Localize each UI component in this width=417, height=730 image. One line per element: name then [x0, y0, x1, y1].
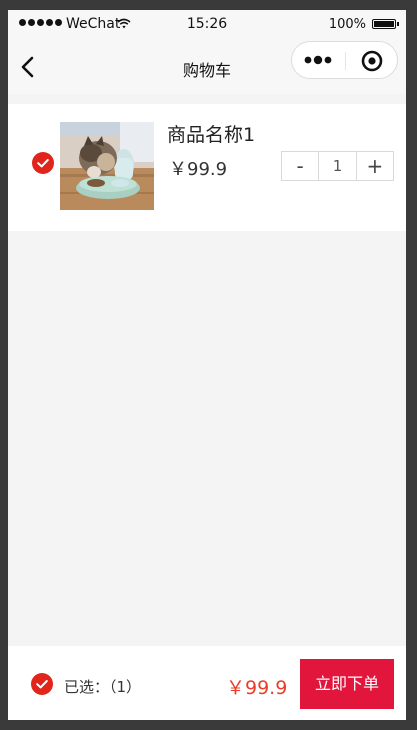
- mini-program-capsule: [291, 41, 398, 79]
- checkmark-icon: [36, 680, 48, 689]
- product-name: 商品名称1: [167, 124, 256, 146]
- quantity-stepper: - 1 +: [281, 151, 394, 181]
- item-checkbox[interactable]: [32, 152, 54, 174]
- capsule-divider: [345, 52, 346, 70]
- nav-bar: 购物车: [8, 40, 406, 94]
- total-price: ￥99.9: [226, 677, 288, 699]
- more-icon[interactable]: [304, 53, 334, 67]
- select-all-checkbox[interactable]: [31, 673, 53, 695]
- checkout-bar: 已选：（1） ￥99.9 立即下单: [8, 646, 406, 720]
- close-mini-program-icon[interactable]: [361, 50, 383, 72]
- selected-count: 已选：（1）: [64, 678, 142, 696]
- battery-icon: [372, 19, 399, 29]
- checkmark-icon: [37, 159, 49, 168]
- product-price: ￥99.9: [169, 159, 228, 180]
- battery-percent: 100%: [328, 17, 366, 32]
- status-bar: WeChat 15:26 100%: [8, 10, 406, 40]
- place-order-button[interactable]: 立即下单: [300, 659, 394, 709]
- quantity-value[interactable]: 1: [318, 152, 357, 180]
- increase-button[interactable]: +: [357, 152, 393, 180]
- cart-item: 商品名称1 ￥99.9 - 1 +: [8, 104, 406, 231]
- product-image[interactable]: [60, 122, 154, 210]
- decrease-button[interactable]: -: [282, 152, 318, 180]
- phone-screen: WeChat 15:26 100% 购物车 商品名称1 ￥99.9 - 1 + …: [8, 10, 406, 720]
